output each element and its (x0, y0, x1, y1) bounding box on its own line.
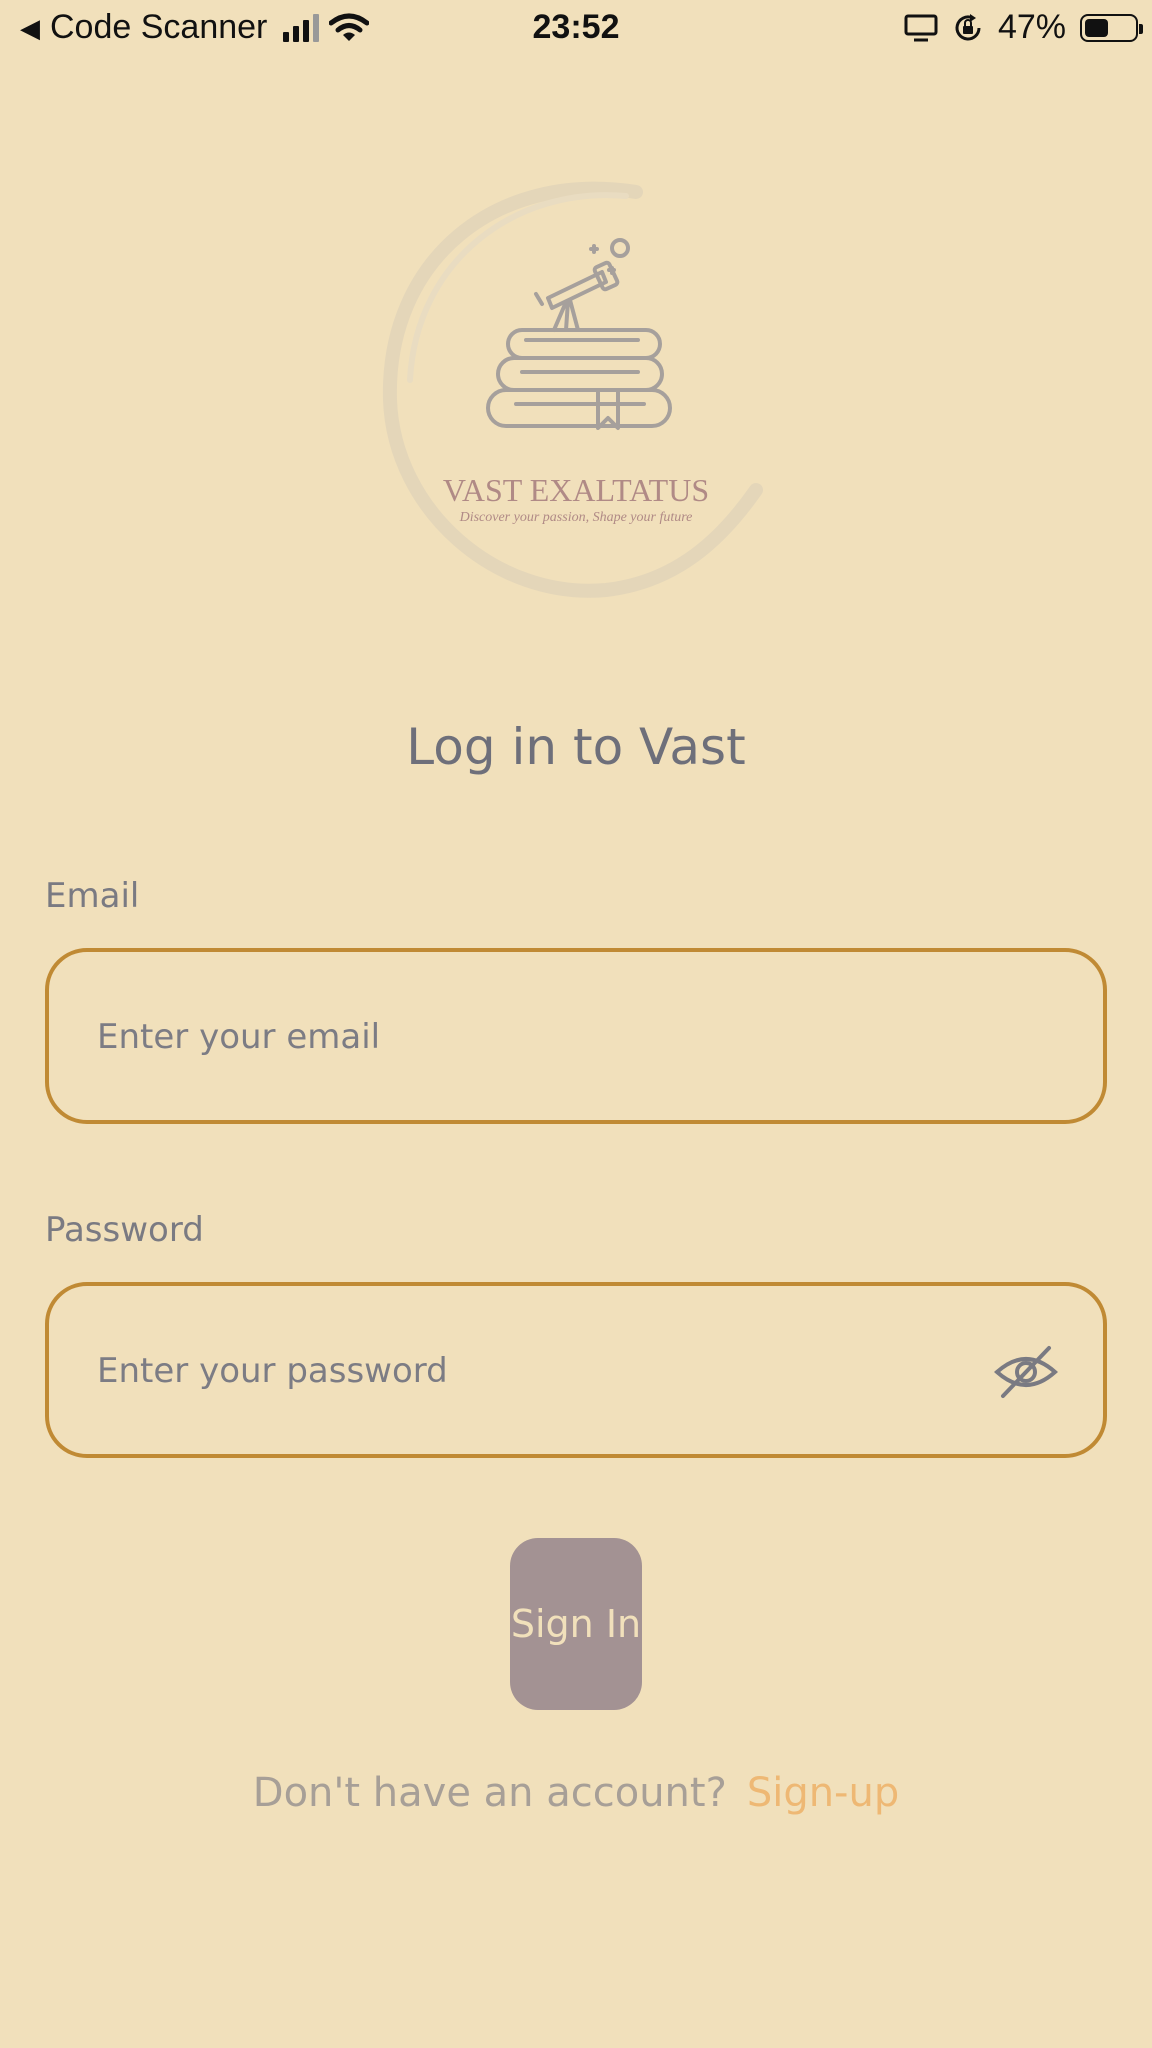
logo-tagline: Discover your passion, Shape your future (459, 510, 693, 525)
signup-link[interactable]: Sign-up (747, 1770, 899, 1816)
signup-row: Don't have an account? Sign-up (0, 1770, 1152, 1816)
signal-icon (283, 13, 320, 42)
eye-slash-icon[interactable] (993, 1344, 1059, 1400)
password-field-container[interactable] (45, 1282, 1107, 1458)
back-arrow-icon[interactable]: ◀ (20, 15, 40, 41)
password-field[interactable] (95, 1286, 959, 1456)
signup-prompt: Don't have an account? (252, 1770, 727, 1816)
orientation-lock-icon (955, 13, 981, 40)
screen-mirroring-icon (904, 14, 938, 41)
password-label: Password (45, 1210, 204, 1250)
sign-in-button[interactable]: Sign In (510, 1538, 642, 1710)
email-field-container[interactable] (45, 948, 1107, 1124)
status-bar-right: 47% (904, 8, 1143, 47)
battery-percent: 47% (997, 8, 1066, 46)
telescope-on-books-icon (382, 181, 763, 598)
app-logo: VAST EXALTATUS Discover your passion, Sh… (376, 180, 776, 610)
page-title: Log in to Vast (406, 718, 746, 776)
back-app-label[interactable]: Code Scanner (50, 8, 267, 47)
logo-title: VAST EXALTATUS (442, 472, 710, 508)
battery-level (1085, 18, 1108, 37)
email-field[interactable] (95, 952, 959, 1122)
battery-icon (1080, 13, 1143, 42)
status-bar: ◀ Code Scanner 23:52 47% (0, 0, 1152, 58)
email-label: Email (45, 876, 140, 916)
wifi-icon (329, 13, 370, 41)
status-bar-left[interactable]: ◀ Code Scanner (20, 8, 370, 47)
